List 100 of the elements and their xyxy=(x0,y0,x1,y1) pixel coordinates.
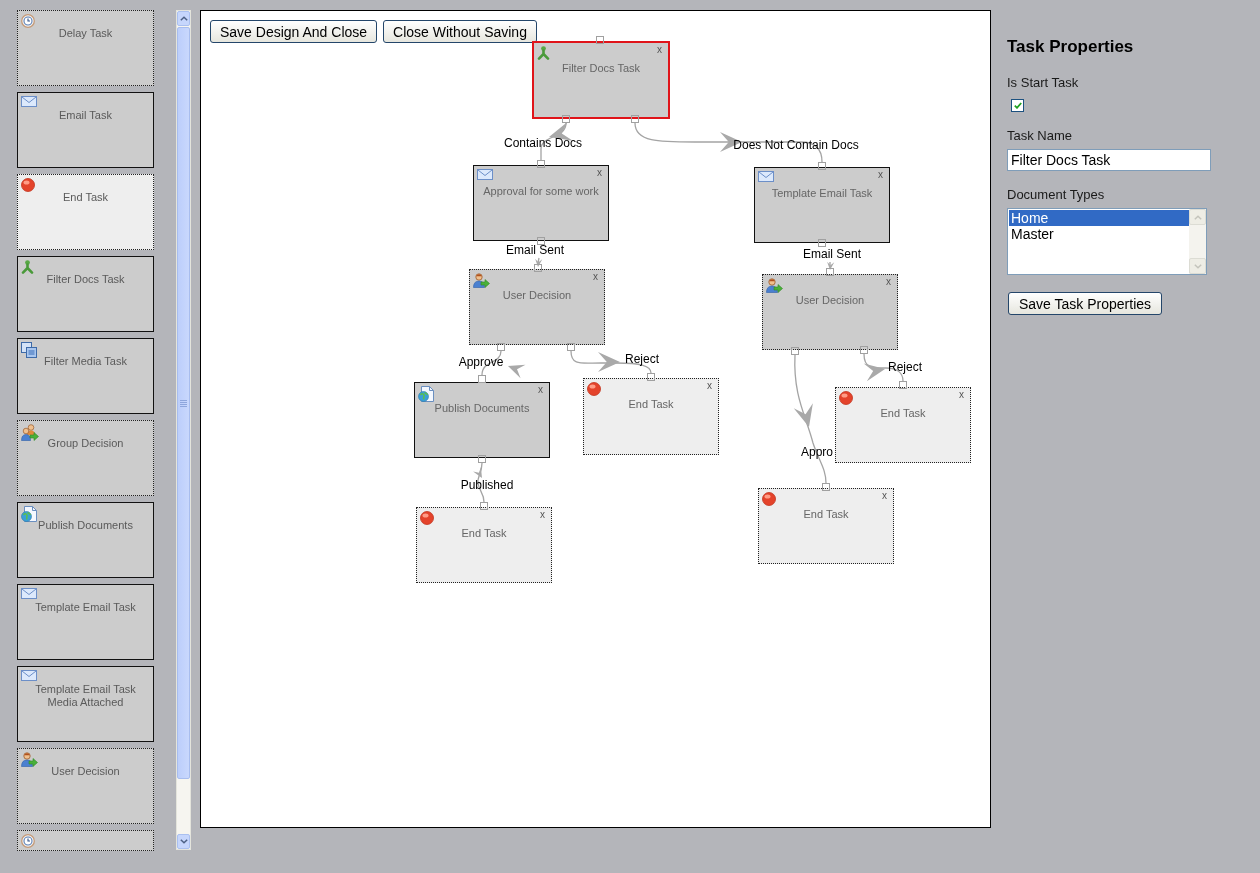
envelope-icon xyxy=(477,169,493,180)
palette-item[interactable]: Email Task xyxy=(17,92,154,168)
connector-label: Reject xyxy=(888,360,922,374)
close-button[interactable]: x xyxy=(877,169,884,181)
envelope-icon xyxy=(21,96,37,107)
connector-label: Contains Docs xyxy=(504,136,582,150)
palette-item[interactable]: Publish Documents xyxy=(17,502,154,578)
port-handle[interactable] xyxy=(534,264,542,272)
task-title: User Decision xyxy=(795,294,865,307)
chevron-down-icon xyxy=(179,839,188,844)
list-option[interactable]: Home xyxy=(1009,210,1189,226)
scrollbar[interactable] xyxy=(176,10,191,850)
port-handle[interactable] xyxy=(647,373,655,381)
task-node[interactable]: x Approval for some work xyxy=(473,165,609,241)
port-handle[interactable] xyxy=(478,375,486,383)
palette-item[interactable]: Filter Media Task xyxy=(17,338,154,414)
chevron-up-icon xyxy=(1193,214,1202,220)
port-handle[interactable] xyxy=(537,237,545,245)
close-button[interactable]: x xyxy=(706,380,713,392)
task-node[interactable]: x Publish Documents xyxy=(414,382,550,458)
connector-label: Published xyxy=(460,478,514,492)
close-button[interactable]: x xyxy=(592,271,599,283)
palette-item[interactable]: Group Decision xyxy=(17,420,154,496)
task-node[interactable]: x End Task xyxy=(416,507,552,583)
envelope-icon xyxy=(21,588,37,599)
scroll-thumb[interactable] xyxy=(177,27,190,779)
port-handle[interactable] xyxy=(818,239,826,247)
sphere-icon xyxy=(420,511,434,525)
stacked-windows-icon xyxy=(21,342,37,358)
task-node[interactable]: x End Task xyxy=(758,488,894,564)
sphere-icon xyxy=(21,178,35,192)
task-node[interactable]: x End Task xyxy=(835,387,971,463)
toolbar-button[interactable]: Close Without Saving xyxy=(383,20,537,43)
palette-item[interactable]: Delay Task xyxy=(17,10,154,86)
port-handle[interactable] xyxy=(562,115,570,123)
task-node[interactable]: x Template Email Task xyxy=(754,167,890,243)
port-handle[interactable] xyxy=(818,162,826,170)
palette-item[interactable]: End Task xyxy=(17,174,154,250)
port-handle[interactable] xyxy=(537,160,545,168)
port-handle[interactable] xyxy=(826,268,834,276)
list-box[interactable]: Home Master xyxy=(1007,208,1207,275)
person-arrow-icon xyxy=(766,278,783,293)
task-node[interactable]: x Filter Docs Task xyxy=(532,41,670,119)
checkbox[interactable] xyxy=(1011,99,1024,112)
document-globe-icon xyxy=(418,386,434,402)
connector-label: Email Sent xyxy=(803,247,861,261)
port-handle[interactable] xyxy=(480,502,488,510)
close-button[interactable]: x xyxy=(881,490,888,502)
port-handle[interactable] xyxy=(596,36,604,44)
port-handle[interactable] xyxy=(478,455,486,463)
toolbar-button[interactable]: Save Design And Close xyxy=(210,20,378,43)
field-label: Task Name xyxy=(1007,128,1073,144)
text-field[interactable]: Filter Docs Task xyxy=(1007,149,1211,171)
palette-item[interactable]: Template Email Task Media Attached xyxy=(17,666,154,742)
grip-icon xyxy=(180,399,187,407)
port-handle[interactable] xyxy=(567,343,575,351)
connector-arrow xyxy=(827,261,835,270)
port-handle[interactable] xyxy=(899,381,907,389)
close-button[interactable]: x xyxy=(537,384,544,396)
port-handle[interactable] xyxy=(860,346,868,354)
save-button[interactable]: Save Task Properties xyxy=(1008,292,1163,315)
port-handle[interactable] xyxy=(631,115,639,123)
task-node[interactable]: x User Decision xyxy=(762,274,898,350)
branch-icon xyxy=(537,46,550,60)
task-title: User Decision xyxy=(502,289,572,302)
scroll-down-button[interactable] xyxy=(177,834,190,849)
port-handle[interactable] xyxy=(791,347,799,355)
palette-item[interactable] xyxy=(17,830,154,851)
connector-label: Appro xyxy=(801,445,834,459)
chevron-down-icon xyxy=(1193,263,1202,269)
task-node[interactable]: x User Decision xyxy=(469,269,605,345)
close-button[interactable]: x xyxy=(656,44,663,56)
task-title: End Task xyxy=(628,398,674,411)
task-title: Approval for some work xyxy=(483,185,599,198)
sphere-icon xyxy=(587,382,601,396)
close-button[interactable]: x xyxy=(885,276,892,288)
close-button[interactable]: x xyxy=(596,167,603,179)
palette-item[interactable]: Template Email Task xyxy=(17,584,154,660)
envelope-icon xyxy=(758,171,774,182)
port-handle[interactable] xyxy=(822,483,830,491)
connector-label: Reject xyxy=(625,352,659,366)
person-arrow-icon xyxy=(473,273,490,288)
close-button[interactable]: x xyxy=(958,389,965,401)
branch-icon xyxy=(21,260,34,274)
person-arrow-icon xyxy=(21,752,38,767)
chevron-up-icon xyxy=(179,16,188,21)
sphere-icon xyxy=(839,391,853,405)
task-title: End Task xyxy=(880,407,926,420)
connector-label: Does Not Contain Docs xyxy=(733,138,859,152)
task-node[interactable]: x End Task xyxy=(583,378,719,455)
task-title: End Task xyxy=(461,527,507,540)
palette-item[interactable]: Filter Docs Task xyxy=(17,256,154,332)
connector-label: Email Sent xyxy=(506,243,564,257)
port-handle[interactable] xyxy=(497,343,505,351)
palette-item[interactable]: User Decision xyxy=(17,748,154,824)
scroll-up-button[interactable] xyxy=(177,11,190,26)
envelope-icon xyxy=(21,670,37,681)
field-label: Is Start Task xyxy=(1007,75,1079,91)
document-globe-icon xyxy=(21,506,37,522)
close-button[interactable]: x xyxy=(539,509,546,521)
